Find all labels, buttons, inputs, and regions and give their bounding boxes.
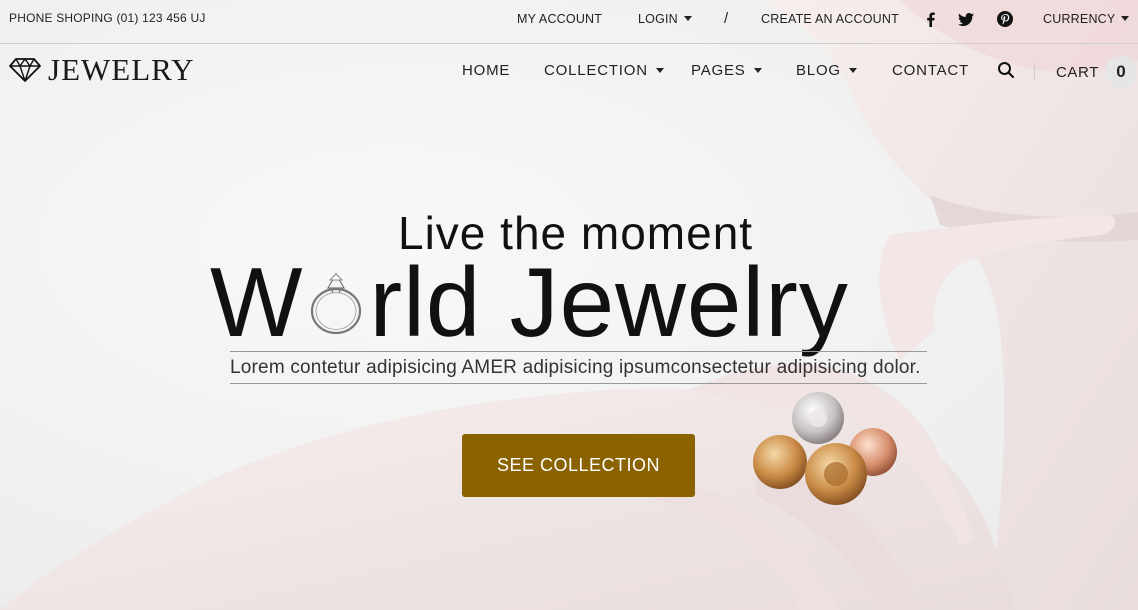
see-collection-button[interactable]: SEE COLLECTION (462, 434, 695, 497)
nav-contact[interactable]: CONTACT (892, 62, 969, 79)
hero-subline: Lorem contetur adipisicing AMER adipisic… (230, 351, 927, 384)
nav-divider (1034, 62, 1035, 80)
login-separator: / (724, 10, 729, 27)
diamond-icon (9, 58, 41, 82)
cart-count-badge: 0 (1104, 56, 1137, 88)
nav-collection-label: COLLECTION (544, 62, 648, 79)
search-icon[interactable] (997, 61, 1017, 81)
chevron-down-icon (1121, 16, 1130, 22)
chevron-down-icon (848, 67, 857, 73)
my-account-link[interactable]: MY ACCOUNT (517, 12, 602, 26)
twitter-icon[interactable] (957, 10, 975, 28)
chevron-down-icon (753, 67, 762, 73)
diamond-ring-icon (308, 246, 366, 335)
site-logo[interactable]: JEWELRY (8, 52, 195, 88)
facebook-icon[interactable] (921, 10, 939, 28)
headline-end: rld Jewelry (369, 247, 849, 357)
nav-blog-label: BLOG (796, 62, 841, 79)
phone-number: PHONE SHOPING (01) 123 456 UJ (9, 11, 206, 25)
nav-blog[interactable]: BLOG (796, 62, 857, 79)
chevron-down-icon (655, 67, 664, 73)
login-label: LOGIN (638, 12, 678, 26)
top-bar: PHONE SHOPING (01) 123 456 UJ MY ACCOUNT… (0, 0, 1138, 44)
pinterest-icon[interactable] (996, 10, 1014, 28)
hero-headline: W rld Jewelry (210, 246, 849, 359)
nav-home[interactable]: HOME (462, 62, 510, 79)
create-account-link[interactable]: CREATE AN ACCOUNT (761, 12, 899, 26)
headline-start: W (210, 247, 304, 357)
chevron-down-icon (683, 16, 692, 22)
logo-text: JEWELRY (48, 52, 195, 87)
nav-pages[interactable]: PAGES (691, 62, 762, 79)
cart-label: CART (1056, 63, 1099, 81)
nav-collection[interactable]: COLLECTION (544, 62, 664, 79)
login-dropdown[interactable]: LOGIN (638, 12, 692, 26)
currency-label: CURRENCY (1043, 12, 1116, 26)
cart-button[interactable]: CART 0 (1056, 56, 1137, 88)
nav-pages-label: PAGES (691, 62, 746, 79)
currency-dropdown[interactable]: CURRENCY (1043, 12, 1130, 26)
